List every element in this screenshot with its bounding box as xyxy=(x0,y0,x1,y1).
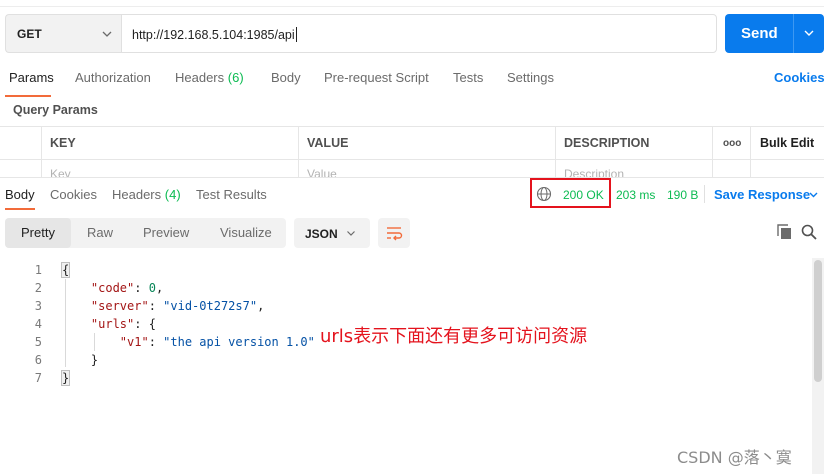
tab-tests[interactable]: Tests xyxy=(453,70,483,85)
json-line: "v1": "the api version 1.0" xyxy=(119,335,315,349)
headers-count: (6) xyxy=(227,70,244,85)
view-visualize[interactable]: Visualize xyxy=(220,218,272,248)
annotation-note: urls表示下面还有更多可访问资源 xyxy=(320,326,588,347)
response-tab-headers[interactable]: Headers (4) xyxy=(112,187,181,202)
tab-settings[interactable]: Settings xyxy=(507,70,554,85)
table-column-divider xyxy=(41,126,42,178)
text-caret xyxy=(295,27,297,42)
response-tab-cookies[interactable]: Cookies xyxy=(50,187,97,202)
globe-icon[interactable] xyxy=(536,186,552,202)
response-size[interactable]: 190 B xyxy=(667,188,698,202)
status-divider xyxy=(704,185,705,203)
json-line: { xyxy=(60,262,71,278)
view-preview[interactable]: Preview xyxy=(143,218,189,248)
view-pretty[interactable]: Pretty xyxy=(5,218,71,248)
bulk-edit-button[interactable]: Bulk Edit xyxy=(760,136,814,150)
more-options-icon[interactable]: ooo xyxy=(723,138,741,149)
line-number: 4 xyxy=(34,317,42,331)
copy-icon[interactable] xyxy=(777,224,792,240)
response-headers-count: (4) xyxy=(164,187,181,202)
table-column-divider xyxy=(555,126,556,178)
response-tab-test-results[interactable]: Test Results xyxy=(196,187,267,202)
chevron-down-icon[interactable] xyxy=(807,188,820,201)
line-number: 5 xyxy=(34,335,42,349)
wrap-lines-button[interactable] xyxy=(378,218,410,248)
line-number: 1 xyxy=(34,263,42,277)
line-number: 2 xyxy=(34,281,42,295)
json-line: } xyxy=(90,353,99,367)
status-code[interactable]: 200 OK xyxy=(563,188,604,202)
line-number: 3 xyxy=(34,299,42,313)
send-divider xyxy=(793,14,794,53)
method-label: GET xyxy=(17,27,42,41)
view-raw[interactable]: Raw xyxy=(87,218,113,248)
table-border-top xyxy=(0,126,824,127)
json-line: } xyxy=(60,370,71,386)
tab-authorization[interactable]: Authorization xyxy=(75,70,151,85)
query-params-title: Query Params xyxy=(13,103,98,117)
format-select[interactable]: JSON xyxy=(294,218,370,248)
column-header-value: VALUE xyxy=(307,136,349,150)
wrap-lines-icon xyxy=(387,227,403,241)
json-line: "code": 0, xyxy=(90,281,164,295)
table-column-divider xyxy=(298,126,299,178)
format-label: JSON xyxy=(305,227,338,241)
json-line: "urls": { xyxy=(90,317,156,331)
chevron-down-icon[interactable] xyxy=(802,26,816,40)
line-number: 7 xyxy=(34,371,42,385)
method-select[interactable]: GET xyxy=(5,14,121,53)
column-header-key: KEY xyxy=(50,136,76,150)
table-column-divider xyxy=(712,126,713,178)
send-label: Send xyxy=(741,25,778,42)
table-border-mid xyxy=(0,159,824,160)
response-tab-body[interactable]: Body xyxy=(5,187,35,202)
active-response-tab-indicator xyxy=(5,208,35,210)
tab-body[interactable]: Body xyxy=(271,70,301,85)
tab-pre-request-script[interactable]: Pre-request Script xyxy=(324,70,429,85)
save-response-button[interactable]: Save Response xyxy=(714,187,810,202)
search-icon[interactable] xyxy=(801,224,817,240)
table-column-divider xyxy=(750,126,751,178)
json-line: "server": "vid-0t272s7", xyxy=(90,299,265,313)
watermark: CSDN @落丶寞 xyxy=(677,448,792,467)
send-button[interactable]: Send xyxy=(725,14,824,53)
active-tab-indicator xyxy=(5,95,51,97)
chevron-down-icon xyxy=(347,231,355,236)
tab-headers[interactable]: Headers (6) xyxy=(175,70,244,85)
column-header-description: DESCRIPTION xyxy=(564,136,650,150)
cookies-link[interactable]: Cookies xyxy=(774,70,824,85)
scrollbar-thumb[interactable] xyxy=(814,260,822,382)
top-divider xyxy=(0,6,824,7)
tab-params[interactable]: Params xyxy=(9,70,54,85)
chevron-down-icon xyxy=(102,31,112,37)
response-time[interactable]: 203 ms xyxy=(616,188,655,202)
url-input[interactable]: http://192.168.5.104:1985/api xyxy=(121,14,717,53)
url-value: http://192.168.5.104:1985/api xyxy=(132,28,295,42)
line-number: 6 xyxy=(34,353,42,367)
